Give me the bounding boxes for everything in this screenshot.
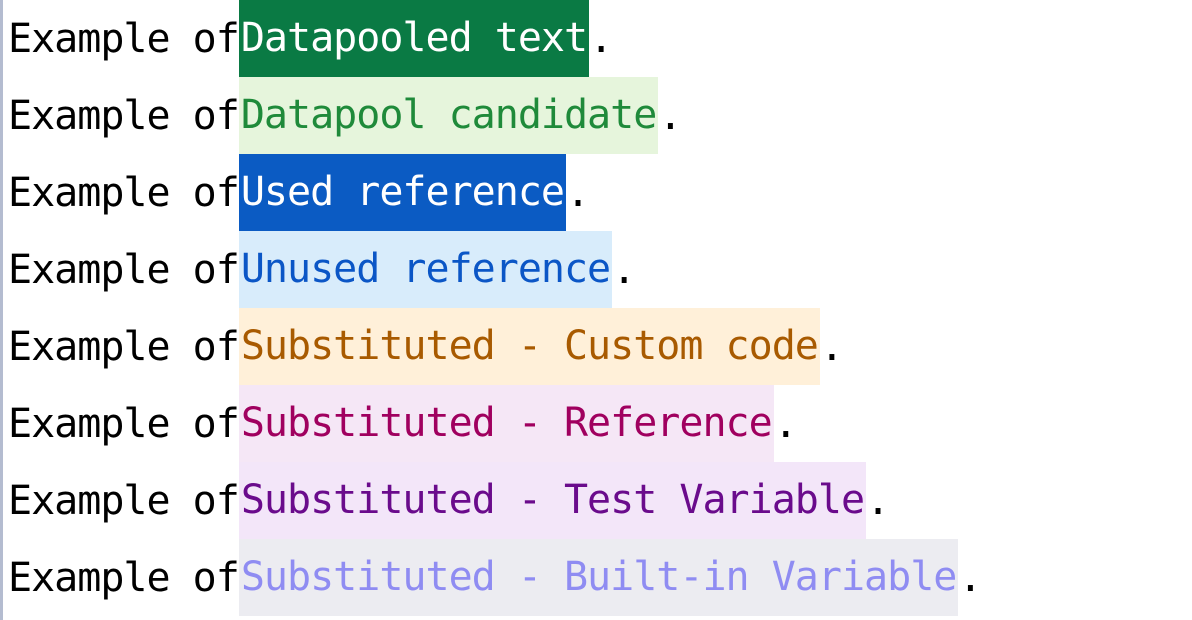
line-prefix: Example of	[8, 477, 240, 524]
highlight-datapooled-text: Datapooled text	[238, 0, 590, 77]
line-suffix: .	[819, 323, 844, 370]
legend-line-datapool-candidate: Example of Datapool candidate .	[8, 77, 981, 154]
legend-line-substituted-reference: Example of Substituted - Reference .	[8, 385, 981, 462]
line-suffix: .	[773, 400, 798, 447]
highlight-substituted-reference: Substituted - Reference	[238, 385, 774, 462]
line-prefix: Example of	[8, 323, 240, 370]
legend-lines: Example of Datapooled text . Example of …	[8, 0, 982, 616]
line-suffix: .	[658, 92, 682, 139]
highlight-datapool-candidate: Datapool candidate	[238, 77, 659, 154]
legend-line-substituted-custom-code: Example of Substituted - Custom code .	[8, 308, 981, 385]
legend-panel: Example of Datapooled text . Example of …	[0, 0, 1192, 620]
line-suffix: .	[866, 477, 890, 524]
highlight-substituted-test-variable: Substituted - Test Variable	[238, 462, 867, 539]
line-suffix: .	[565, 169, 590, 216]
line-suffix: .	[612, 246, 636, 293]
legend-line-unused-reference: Example of Unused reference .	[8, 231, 981, 308]
legend-line-substituted-test-variable: Example of Substituted - Test Variable .	[8, 462, 981, 539]
legend-line-substituted-built-in-variable: Example of Substituted - Built-in Variab…	[8, 539, 982, 616]
line-prefix: Example of	[8, 92, 240, 139]
left-border	[0, 0, 3, 620]
line-prefix: Example of	[8, 246, 240, 293]
line-suffix: .	[589, 15, 613, 62]
legend-line-used-reference: Example of Used reference .	[8, 154, 981, 231]
line-prefix: Example of	[8, 15, 240, 62]
legend-line-datapooled-text: Example of Datapooled text .	[8, 0, 981, 77]
highlight-substituted-custom-code: Substituted - Custom code	[238, 308, 820, 385]
line-prefix: Example of	[8, 400, 240, 447]
highlight-substituted-built-in-variable: Substituted - Built-in Variable	[238, 539, 959, 616]
highlight-unused-reference: Unused reference	[238, 231, 613, 308]
line-prefix: Example of	[8, 554, 240, 601]
highlight-used-reference: Used reference	[238, 154, 566, 231]
line-prefix: Example of	[8, 169, 240, 216]
line-suffix: .	[958, 554, 982, 601]
